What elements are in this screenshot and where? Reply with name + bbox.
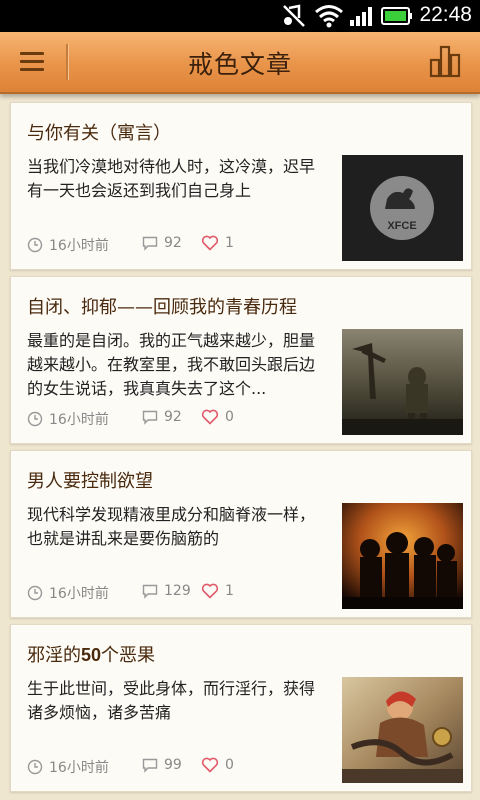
comment-count: 92 bbox=[142, 235, 182, 251]
like-count[interactable]: 0 bbox=[201, 409, 234, 425]
wifi-icon bbox=[315, 5, 343, 28]
heart-icon bbox=[201, 235, 219, 251]
ranking-button[interactable] bbox=[428, 44, 462, 78]
article-thumbnail bbox=[342, 503, 463, 609]
heart-icon bbox=[201, 409, 219, 425]
like-count[interactable]: 0 bbox=[201, 757, 234, 773]
article-card[interactable]: 邪淫的50个恶果 生于此世间，受此身体，而行淫行，获得诸多烦恼，诸多苦痛 16小… bbox=[10, 624, 472, 792]
heart-icon bbox=[201, 757, 219, 773]
status-bar: 22:48 bbox=[0, 0, 480, 32]
page-title: 戒色文章 bbox=[187, 50, 292, 79]
article-summary: 当我们冷漠地对待他人时，这冷漠，迟早有一天也会返还到我们自己身上 bbox=[27, 157, 316, 200]
time-ago: 16小时前 bbox=[27, 235, 109, 255]
clock-icon bbox=[27, 411, 43, 427]
clock-icon bbox=[27, 585, 43, 601]
article-card[interactable]: 男人要控制欲望 现代科学发现精液里成分和脑脊液一样，也就是讲乱来是要伤脑筋的 1… bbox=[10, 450, 472, 618]
like-count[interactable]: 1 bbox=[201, 235, 234, 251]
status-time: 22:48 bbox=[419, 3, 472, 26]
comment-count: 99 bbox=[142, 757, 182, 773]
article-summary: 现代科学发现精液里成分和脑脊液一样，也就是讲乱来是要伤脑筋的 bbox=[27, 505, 316, 548]
comment-icon bbox=[142, 758, 158, 773]
article-thumbnail: XFCE bbox=[342, 155, 463, 261]
comment-icon bbox=[142, 410, 158, 425]
article-card[interactable]: 自闭、抑郁——回顾我的青春历程 最重的是自闭。我的正气越来越少，胆量越来越小。在… bbox=[10, 276, 472, 444]
xfce-logo-text: XFCE bbox=[387, 220, 416, 232]
time-ago: 16小时前 bbox=[27, 409, 109, 429]
article-thumbnail bbox=[342, 329, 463, 435]
article-card[interactable]: 与你有关（寓言） 当我们冷漠地对待他人时，这冷漠，迟早有一天也会返还到我们自己身… bbox=[10, 102, 472, 270]
comment-icon bbox=[142, 584, 158, 599]
signal-icon bbox=[350, 7, 372, 26]
heart-icon bbox=[201, 583, 219, 599]
article-summary: 最重的是自闭。我的正气越来越少，胆量越来越小。在教室里，我不敢回头跟后边的女生说… bbox=[27, 331, 316, 398]
comment-count: 92 bbox=[142, 409, 182, 425]
clock-icon bbox=[27, 759, 43, 775]
article-title: 与你有关（寓言） bbox=[27, 123, 171, 144]
article-thumbnail bbox=[342, 677, 463, 783]
time-ago: 16小时前 bbox=[27, 583, 109, 603]
article-list: 与你有关（寓言） 当我们冷漠地对待他人时，这冷漠，迟早有一天也会返还到我们自己身… bbox=[0, 92, 480, 800]
article-title: 自闭、抑郁——回顾我的青春历程 bbox=[27, 297, 297, 318]
clock-icon bbox=[27, 237, 43, 253]
article-title: 邪淫的50个恶果 bbox=[27, 645, 156, 666]
like-count[interactable]: 1 bbox=[201, 583, 234, 599]
battery-icon bbox=[381, 7, 412, 25]
article-summary: 生于此世间，受此身体，而行淫行，获得诸多烦恼，诸多苦痛 bbox=[27, 679, 316, 722]
music-muted-icon bbox=[283, 4, 305, 27]
comment-count: 129 bbox=[142, 583, 191, 599]
bar-chart-icon bbox=[429, 45, 461, 78]
article-title: 男人要控制欲望 bbox=[27, 471, 153, 492]
app-bar: 戒色文章 bbox=[0, 32, 480, 94]
time-ago: 16小时前 bbox=[27, 757, 109, 777]
comment-icon bbox=[142, 236, 158, 251]
